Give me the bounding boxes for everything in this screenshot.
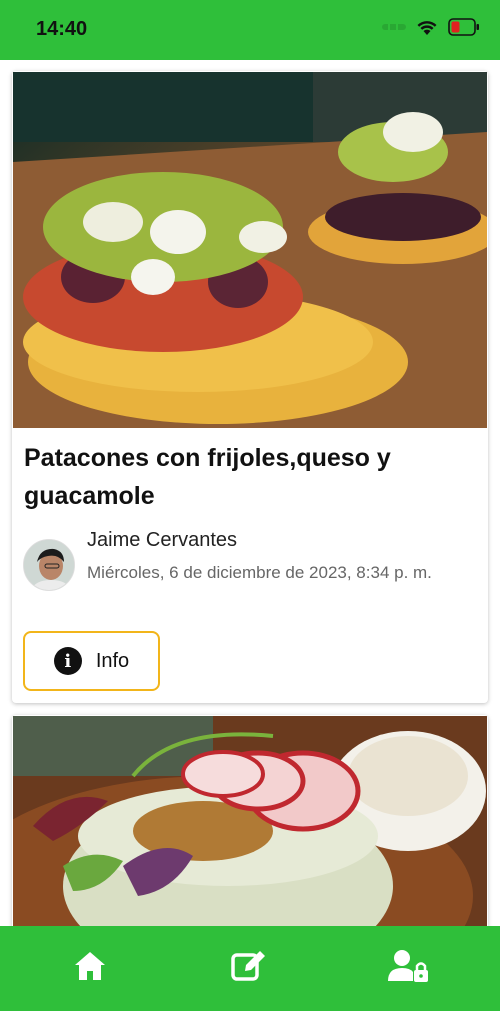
user-lock-icon	[388, 949, 430, 988]
recipe-image[interactable]	[13, 72, 487, 428]
edit-icon	[231, 949, 267, 988]
feed-list[interactable]: Patacones con frijoles,queso y guacamole…	[0, 60, 500, 926]
bottom-navigation	[0, 926, 500, 1011]
recipe-card[interactable]: Patacones con frijoles,queso y guacamole…	[12, 71, 488, 703]
signal-dots-icon	[382, 24, 406, 30]
info-icon: i	[53, 647, 82, 675]
home-icon	[73, 950, 107, 987]
status-icons	[382, 18, 480, 36]
info-button[interactable]: i Info	[23, 631, 160, 691]
status-time: 14:40	[36, 18, 88, 40]
status-bar: 14:40	[0, 0, 500, 60]
nav-home[interactable]	[70, 948, 110, 988]
author-name[interactable]: Jaime Cervantes	[87, 529, 237, 552]
battery-icon	[448, 18, 480, 36]
recipe-title[interactable]: Patacones con frijoles,queso y guacamole	[24, 439, 464, 515]
nav-profile[interactable]	[388, 948, 430, 988]
wifi-icon	[416, 18, 438, 36]
info-button-label: Info	[95, 649, 130, 672]
post-date: Miércoles, 6 de diciembre de 2023, 8:34 …	[87, 563, 432, 582]
author-avatar[interactable]	[23, 539, 75, 591]
nav-edit[interactable]	[229, 948, 269, 988]
recipe-card[interactable]	[12, 715, 488, 926]
recipe-image[interactable]	[13, 716, 487, 926]
